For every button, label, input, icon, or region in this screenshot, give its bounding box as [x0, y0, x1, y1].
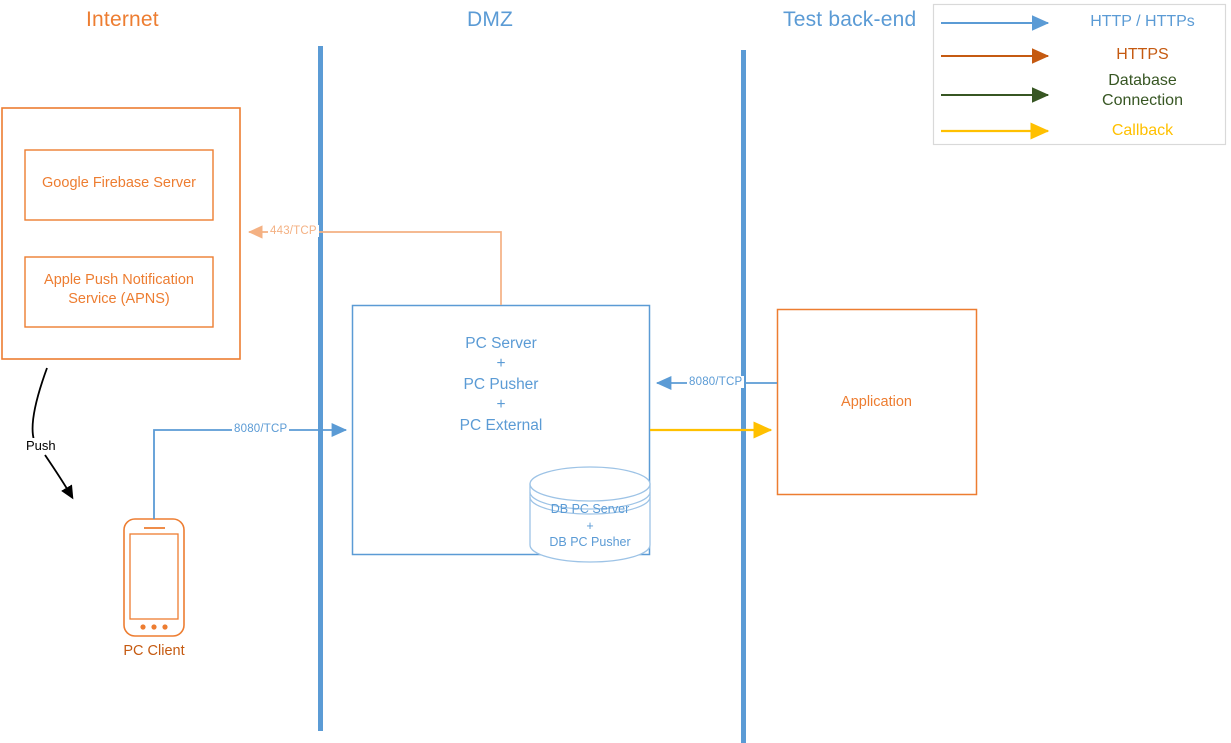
legend-label-callback: Callback	[1111, 122, 1174, 139]
architecture-diagram: Internet DMZ Test back-end Google Fireba…	[0, 0, 1231, 743]
legend-label-https: HTTPS	[1116, 46, 1169, 63]
database-label: DB PC Server + DB PC Pusher	[549, 502, 631, 549]
zone-title-dmz: DMZ	[467, 8, 514, 31]
edge-client-8080-tcp	[153, 422, 348, 519]
edge-label-push: Push	[25, 438, 57, 453]
application-label: Application	[841, 394, 912, 410]
legend-label-http: HTTP / HTTPs	[1090, 13, 1195, 30]
edge-label-443-tcp: 443/TCP	[268, 225, 319, 237]
google-firebase-server-label: Google Firebase Server	[42, 175, 196, 191]
pc-client-label: PC Client	[123, 643, 185, 659]
zone-title-internet: Internet	[86, 8, 159, 31]
edge-443-tcp	[247, 225, 502, 305]
internet-zone-box	[1, 107, 241, 360]
pc-client-phone-icon[interactable]	[123, 518, 185, 637]
zone-title-backend: Test back-end	[783, 8, 917, 31]
dmz-server-label: PC Server + PC Pusher + PC External	[459, 335, 543, 434]
edge-label-app-8080-tcp: 8080/TCP	[687, 376, 745, 388]
edge-label-client-8080-tcp: 8080/TCP	[232, 423, 290, 435]
apns-label: Apple Push Notification Service (APNS)	[44, 272, 194, 308]
legend-label-database: Database Connection	[1102, 72, 1183, 109]
edge-push	[31, 367, 74, 500]
